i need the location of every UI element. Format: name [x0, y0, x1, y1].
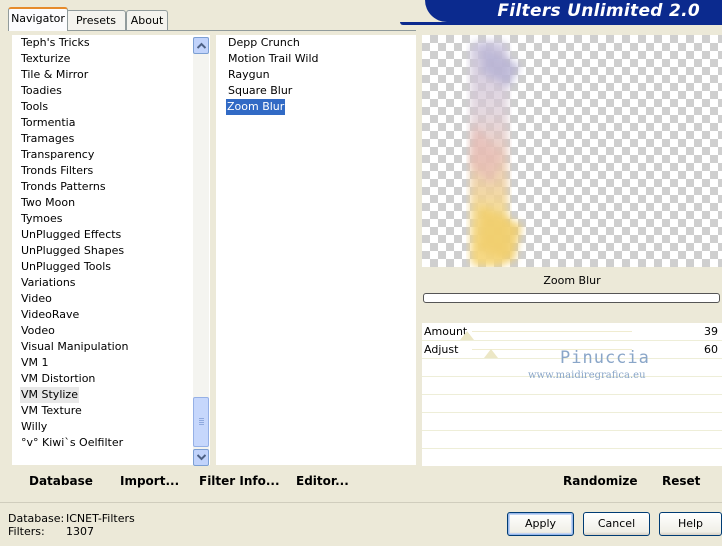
category-item[interactable]: Vodeo: [20, 323, 56, 339]
adjust-value: 60: [704, 343, 718, 356]
category-item[interactable]: Tools: [20, 99, 49, 115]
filter-preview: [422, 35, 722, 267]
empty-slider-row: [422, 413, 722, 431]
progress-bar: [423, 293, 720, 303]
amount-value: 39: [704, 325, 718, 338]
category-item[interactable]: VM 1: [20, 355, 50, 371]
scroll-up-button[interactable]: [193, 37, 209, 54]
category-item[interactable]: Video: [20, 291, 53, 307]
category-item[interactable]: Tymoes: [20, 211, 63, 227]
empty-slider-row: [422, 395, 722, 413]
category-item[interactable]: Teph's Tricks: [20, 35, 91, 51]
category-item[interactable]: Tronds Patterns: [20, 179, 107, 195]
category-item[interactable]: Tormentia: [20, 115, 76, 131]
chevron-down-icon: [197, 454, 206, 461]
category-item[interactable]: Visual Manipulation: [20, 339, 129, 355]
database-status-label: Database:: [8, 512, 65, 525]
empty-slider-row: [422, 449, 722, 467]
apply-button[interactable]: Apply: [507, 512, 574, 536]
category-item[interactable]: VideoRave: [20, 307, 80, 323]
filter-item[interactable]: Motion Trail Wild: [227, 51, 320, 67]
scroll-thumb[interactable]: [193, 397, 209, 447]
tab-underline: [8, 30, 416, 31]
filter-item[interactable]: Raygun: [227, 67, 271, 83]
empty-slider-row: [422, 431, 722, 449]
app-title-banner: Filters Unlimited 2.0: [425, 0, 722, 22]
filters-status-label: Filters:: [8, 525, 45, 538]
reset-button[interactable]: Reset: [662, 474, 700, 488]
category-item[interactable]: VM Distortion: [20, 371, 96, 387]
category-item[interactable]: Tramages: [20, 131, 75, 147]
scroll-down-button[interactable]: [193, 449, 209, 466]
category-item[interactable]: UnPlugged Tools: [20, 259, 112, 275]
tab-presets[interactable]: Presets: [66, 10, 126, 30]
help-button[interactable]: Help: [659, 512, 722, 536]
category-item[interactable]: VM Texture: [20, 403, 83, 419]
randomize-button[interactable]: Randomize: [563, 474, 637, 488]
category-item[interactable]: UnPlugged Effects: [20, 227, 122, 243]
filter-item[interactable]: Depp Crunch: [227, 35, 301, 51]
category-list[interactable]: Teph's Tricks Texturize Tile & Mirror To…: [12, 35, 210, 465]
chevron-up-icon: [197, 42, 206, 49]
import-button[interactable]: Import...: [120, 474, 179, 488]
category-scrollbar[interactable]: [193, 37, 209, 466]
banner-underline: [400, 22, 722, 25]
amount-track[interactable]: [472, 331, 632, 332]
category-item[interactable]: Texturize: [20, 51, 71, 67]
status-divider: [0, 502, 722, 503]
cancel-button[interactable]: Cancel: [583, 512, 650, 536]
database-button[interactable]: Database: [29, 474, 93, 488]
amount-slider-row[interactable]: Amount 39: [422, 323, 722, 341]
category-item[interactable]: Tile & Mirror: [20, 67, 89, 83]
tab-navigator[interactable]: Navigator: [8, 7, 68, 31]
tab-about[interactable]: About: [126, 10, 168, 30]
category-item-selected[interactable]: VM Stylize: [20, 387, 79, 403]
category-item[interactable]: °v° Kiwi`s Oelfilter: [20, 435, 124, 451]
slider-panel: Amount 39 Adjust 60: [422, 323, 722, 467]
filter-item-selected[interactable]: Zoom Blur: [226, 99, 286, 115]
filter-item[interactable]: Square Blur: [227, 83, 293, 99]
database-status-value: ICNET-Filters: [66, 512, 135, 525]
adjust-thumb[interactable]: [484, 349, 498, 358]
category-item[interactable]: Toadies: [20, 83, 63, 99]
amount-thumb[interactable]: [460, 331, 474, 340]
filter-list[interactable]: Depp Crunch Motion Trail Wild Raygun Squ…: [216, 35, 416, 465]
category-item[interactable]: Variations: [20, 275, 77, 291]
filters-status-value: 1307: [66, 525, 94, 538]
category-item[interactable]: Tronds Filters: [20, 163, 94, 179]
category-item[interactable]: Transparency: [20, 147, 95, 163]
category-item[interactable]: UnPlugged Shapes: [20, 243, 125, 259]
category-item[interactable]: Willy: [20, 419, 48, 435]
category-item[interactable]: Two Moon: [20, 195, 76, 211]
filter-name-label: Zoom Blur: [543, 274, 601, 287]
filter-info-button[interactable]: Filter Info...: [199, 474, 280, 488]
adjust-label: Adjust: [424, 343, 459, 356]
watermark-name: Pinuccia: [560, 348, 650, 368]
editor-button[interactable]: Editor...: [296, 474, 349, 488]
watermark-site: www.maidiregrafica.eu: [528, 370, 646, 381]
